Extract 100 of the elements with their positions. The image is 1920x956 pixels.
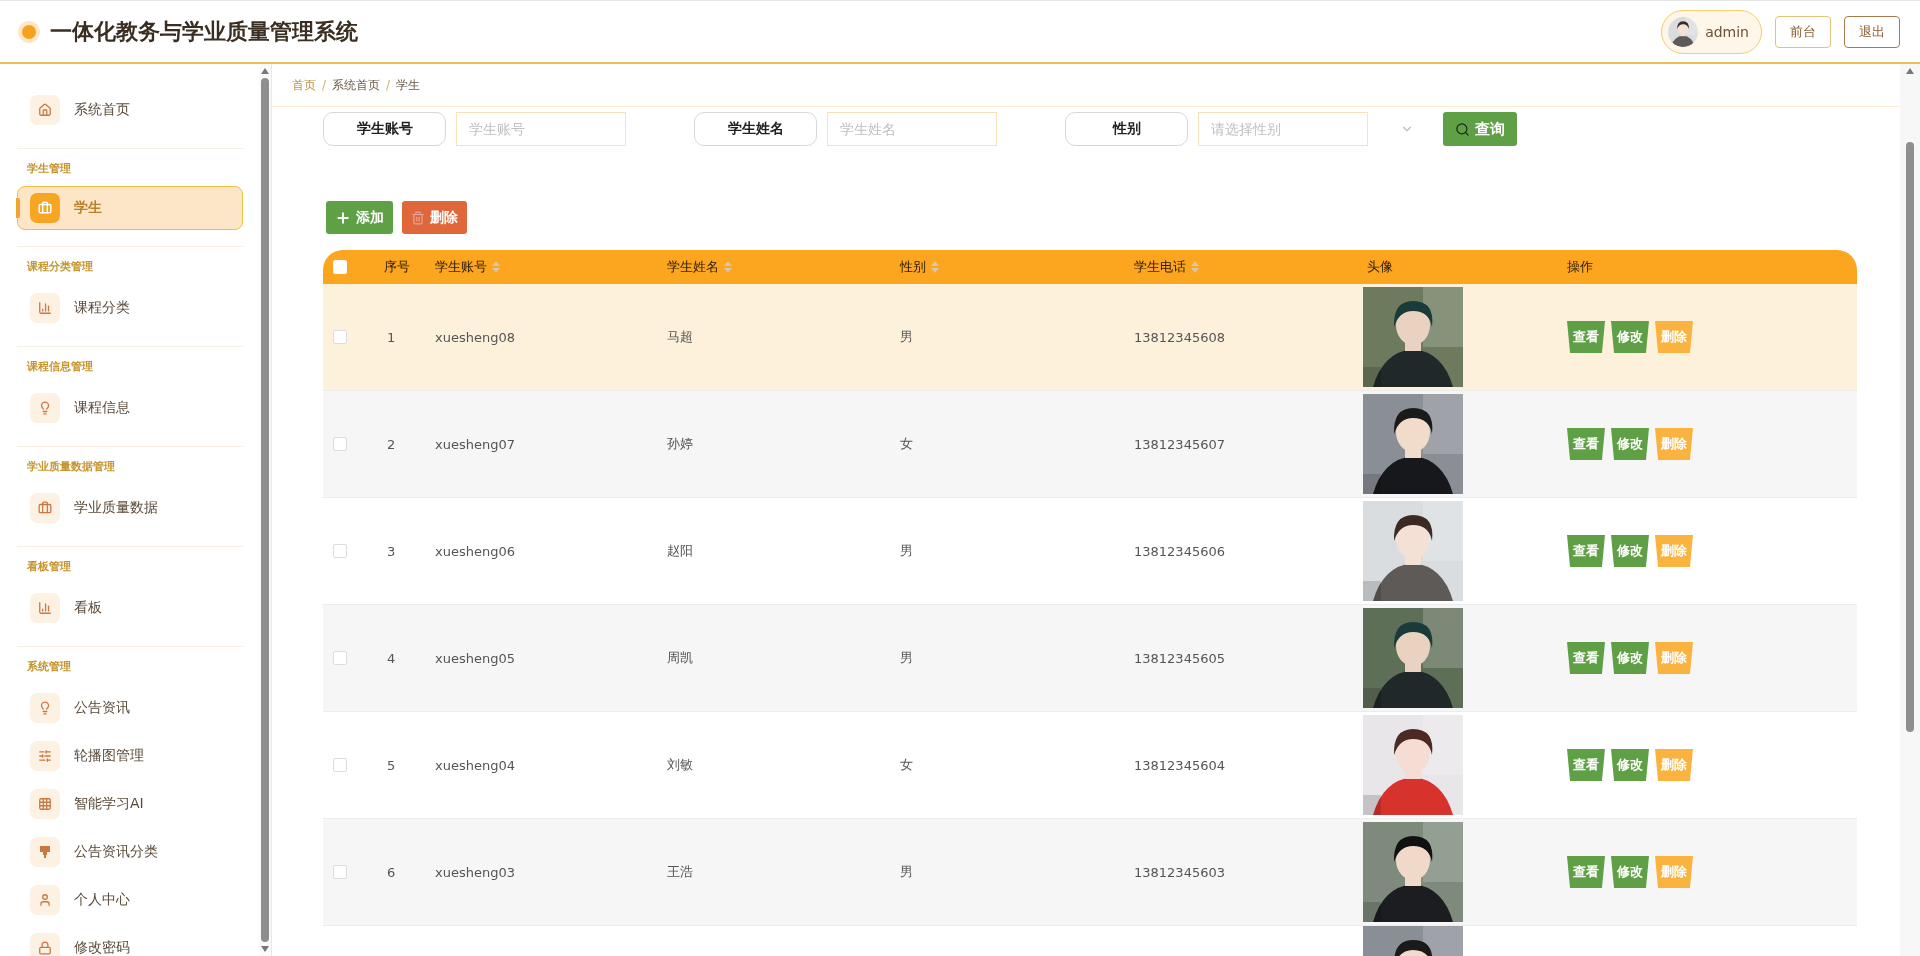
sidebar-item[interactable]: 个人中心 bbox=[17, 876, 243, 924]
column-header: 序号 bbox=[384, 258, 410, 276]
view-button[interactable]: 查看 bbox=[1567, 321, 1605, 353]
sidebar-item[interactable]: 修改密码 bbox=[17, 924, 243, 956]
frontend-button[interactable]: 前台 bbox=[1775, 15, 1831, 48]
scrollbar[interactable] bbox=[259, 64, 271, 956]
input-field[interactable]: 学生姓名 bbox=[827, 112, 997, 146]
view-button[interactable]: 查看 bbox=[1567, 856, 1605, 888]
sidebar-item[interactable]: 看板 bbox=[17, 584, 243, 632]
sidebar-item-label: 公告资讯分类 bbox=[74, 843, 158, 861]
scroll-down-icon[interactable] bbox=[261, 946, 269, 952]
plus-icon bbox=[335, 209, 351, 226]
row-checkbox[interactable] bbox=[333, 544, 347, 558]
sort-icon[interactable] bbox=[931, 261, 939, 273]
column-header[interactable]: 性别 bbox=[900, 258, 926, 276]
menu-group-title: 课程信息管理 bbox=[27, 360, 94, 374]
delete-button[interactable]: 删除 bbox=[1655, 321, 1693, 353]
column-header[interactable]: 学生电话 bbox=[1134, 258, 1186, 276]
sidebar-item-label: 个人中心 bbox=[74, 891, 130, 909]
table-cell-text: 女 bbox=[900, 756, 914, 774]
scroll-up-icon[interactable] bbox=[1906, 68, 1914, 74]
edit-button[interactable]: 修改 bbox=[1611, 428, 1649, 460]
select-field[interactable]: 请选择性别 bbox=[1198, 112, 1368, 146]
sidebar-item-label: 看板 bbox=[74, 599, 102, 617]
delete-button[interactable]: 删除 bbox=[1655, 642, 1693, 674]
sidebar-item[interactable]: 系统首页 bbox=[17, 86, 243, 134]
column-header[interactable]: 学生账号 bbox=[435, 258, 487, 276]
sort-icon[interactable] bbox=[492, 261, 500, 273]
field-label: 学生姓名 bbox=[694, 112, 817, 146]
scroll-up-icon[interactable] bbox=[261, 68, 269, 74]
row-checkbox[interactable] bbox=[333, 437, 347, 451]
column-header[interactable]: 学生姓名 bbox=[667, 258, 719, 276]
user-icon bbox=[38, 893, 52, 907]
menu-group-title: 系统管理 bbox=[27, 660, 72, 674]
edit-button[interactable]: 修改 bbox=[1611, 642, 1649, 674]
table-cell-text: 男 bbox=[900, 328, 914, 346]
table-cell-text: 4 bbox=[386, 650, 397, 666]
table-cell-text: 13812345608 bbox=[1134, 329, 1226, 345]
sidebar-item[interactable]: 学生 bbox=[17, 186, 243, 230]
sidebar-item-label: 学业质量数据 bbox=[74, 499, 158, 517]
trash-icon bbox=[411, 210, 425, 225]
view-button[interactable]: 查看 bbox=[1567, 642, 1605, 674]
input-field[interactable]: 学生账号 bbox=[456, 112, 626, 146]
sidebar-item[interactable]: 公告资讯分类 bbox=[17, 828, 243, 876]
table-cell-text: 2 bbox=[386, 436, 397, 452]
sidebar-item[interactable]: 轮播图管理 bbox=[17, 732, 243, 780]
delete-button[interactable]: 删除 bbox=[1655, 535, 1693, 567]
sort-icon[interactable] bbox=[724, 261, 732, 273]
table-cell-text: 马超 bbox=[667, 328, 694, 346]
select-all-checkbox[interactable] bbox=[333, 260, 347, 274]
app-title: 一体化教务与学业质量管理系统 bbox=[50, 17, 359, 46]
row-checkbox[interactable] bbox=[333, 758, 347, 772]
sidebar-item[interactable]: 智能学习AI bbox=[17, 780, 243, 828]
sidebar-item[interactable]: 课程分类 bbox=[17, 284, 243, 332]
sidebar-item-label: 公告资讯 bbox=[74, 699, 130, 717]
sidebar-item-label: 学生 bbox=[74, 199, 102, 217]
breadcrumb-item[interactable]: 首页 bbox=[292, 76, 316, 94]
table-cell-text: 孙婷 bbox=[667, 435, 694, 453]
add-button[interactable]: 添加 bbox=[326, 201, 393, 234]
brush-icon bbox=[38, 845, 52, 859]
row-checkbox[interactable] bbox=[333, 865, 347, 879]
table-cell-text: xuesheng04 bbox=[435, 757, 516, 773]
edit-button[interactable]: 修改 bbox=[1611, 535, 1649, 567]
sort-icon[interactable] bbox=[1191, 261, 1199, 273]
delete-button[interactable]: 删除 bbox=[1655, 749, 1693, 781]
search-button[interactable]: 查询 bbox=[1443, 112, 1517, 146]
logout-button[interactable]: 退出 bbox=[1844, 15, 1900, 48]
row-checkbox[interactable] bbox=[333, 651, 347, 665]
table-cell-text: 1 bbox=[386, 329, 397, 345]
sidebar-item[interactable]: 学业质量数据 bbox=[17, 484, 243, 532]
sidebar-item[interactable]: 课程信息 bbox=[17, 384, 243, 432]
sidebar-item[interactable]: 公告资讯 bbox=[17, 684, 243, 732]
table-cell-text: xuesheng03 bbox=[435, 864, 516, 880]
delete-button[interactable]: 删除 bbox=[1655, 856, 1693, 888]
column-header: 头像 bbox=[1367, 258, 1393, 276]
delete-button[interactable]: 删除 bbox=[402, 201, 467, 234]
user-menu[interactable]: admin bbox=[1661, 9, 1762, 54]
view-button[interactable]: 查看 bbox=[1567, 428, 1605, 460]
table-cell-text: xuesheng05 bbox=[435, 650, 516, 666]
edit-button[interactable]: 修改 bbox=[1611, 321, 1649, 353]
scrollbar[interactable] bbox=[1900, 64, 1920, 956]
search-icon bbox=[1455, 121, 1470, 137]
table-cell-text: 男 bbox=[900, 649, 914, 667]
field-label: 性别 bbox=[1065, 112, 1188, 146]
table-cell-text: 男 bbox=[900, 542, 914, 560]
column-header: 操作 bbox=[1567, 258, 1593, 276]
home-icon bbox=[38, 103, 52, 117]
edit-button[interactable]: 修改 bbox=[1611, 856, 1649, 888]
breadcrumb-item: 学生 bbox=[396, 76, 421, 94]
view-button[interactable]: 查看 bbox=[1567, 535, 1605, 567]
edit-button[interactable]: 修改 bbox=[1611, 749, 1649, 781]
table-cell-text: 13812345607 bbox=[1134, 436, 1226, 452]
lightbulb-icon bbox=[38, 401, 52, 415]
delete-button[interactable]: 删除 bbox=[1655, 428, 1693, 460]
sidebar-item-label: 课程信息 bbox=[74, 399, 130, 417]
view-button[interactable]: 查看 bbox=[1567, 749, 1605, 781]
menu-group-title: 学生管理 bbox=[27, 162, 72, 176]
breadcrumb-item[interactable]: 系统首页 bbox=[332, 76, 381, 94]
row-checkbox[interactable] bbox=[333, 330, 347, 344]
table-cell-text: 王浩 bbox=[667, 863, 694, 881]
